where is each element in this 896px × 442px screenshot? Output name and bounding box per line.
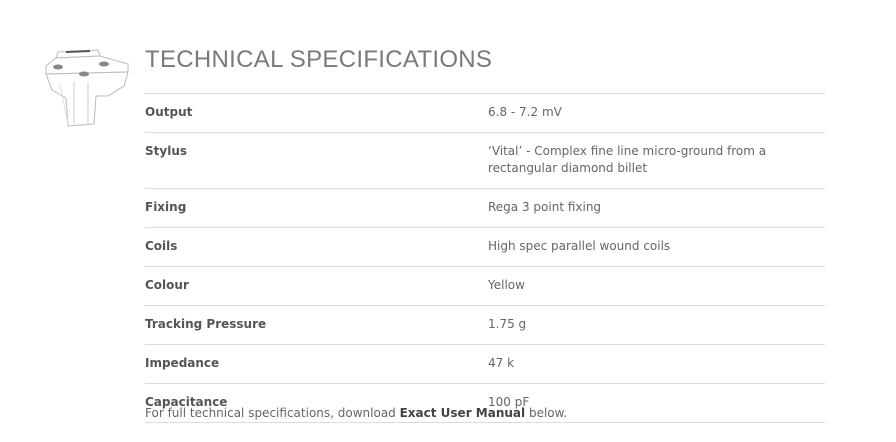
table-row: Output 6.8 - 7.2 mV bbox=[145, 93, 825, 133]
footer-suffix: below. bbox=[525, 406, 568, 420]
table-row: Coils High spec parallel wound coils bbox=[145, 227, 825, 267]
user-manual-link[interactable]: Exact User Manual bbox=[400, 406, 526, 420]
table-row: Impedance 47 k bbox=[145, 344, 825, 384]
section-title: TECHNICAL SPECIFICATIONS bbox=[145, 46, 493, 73]
footer-note: For full technical specifications, downl… bbox=[145, 406, 567, 420]
spec-value-coils: High spec parallel wound coils bbox=[488, 239, 671, 253]
table-row: Fixing Rega 3 point fixing bbox=[145, 188, 825, 228]
spec-label-fixing: Fixing bbox=[145, 200, 187, 214]
spec-label-stylus: Stylus bbox=[145, 144, 187, 158]
cartridge-icon bbox=[45, 49, 129, 127]
spec-value-output: 6.8 - 7.2 mV bbox=[488, 105, 562, 119]
spec-label-colour: Colour bbox=[145, 278, 189, 292]
spec-table: Output 6.8 - 7.2 mV Stylus ‘Vital’ - Com… bbox=[145, 93, 825, 423]
spec-value-colour: Yellow bbox=[488, 278, 525, 292]
spec-label-impedance: Impedance bbox=[145, 356, 220, 370]
table-row: Stylus ‘Vital’ - Complex fine line micro… bbox=[145, 132, 825, 189]
spec-value-stylus: ‘Vital’ - Complex fine line micro-ground… bbox=[488, 144, 767, 175]
footer-prefix: For full technical specifications, downl… bbox=[145, 406, 400, 420]
spec-label-coils: Coils bbox=[145, 239, 178, 253]
table-row: Tracking Pressure 1.75 g bbox=[145, 305, 825, 345]
spec-label-tracking-pressure: Tracking Pressure bbox=[145, 317, 267, 331]
table-row: Colour Yellow bbox=[145, 266, 825, 306]
spec-value-tracking-pressure: 1.75 g bbox=[488, 317, 527, 331]
spec-value-impedance: 47 k bbox=[488, 356, 515, 370]
spec-value-fixing: Rega 3 point fixing bbox=[488, 200, 602, 214]
spec-label-output: Output bbox=[145, 105, 193, 119]
